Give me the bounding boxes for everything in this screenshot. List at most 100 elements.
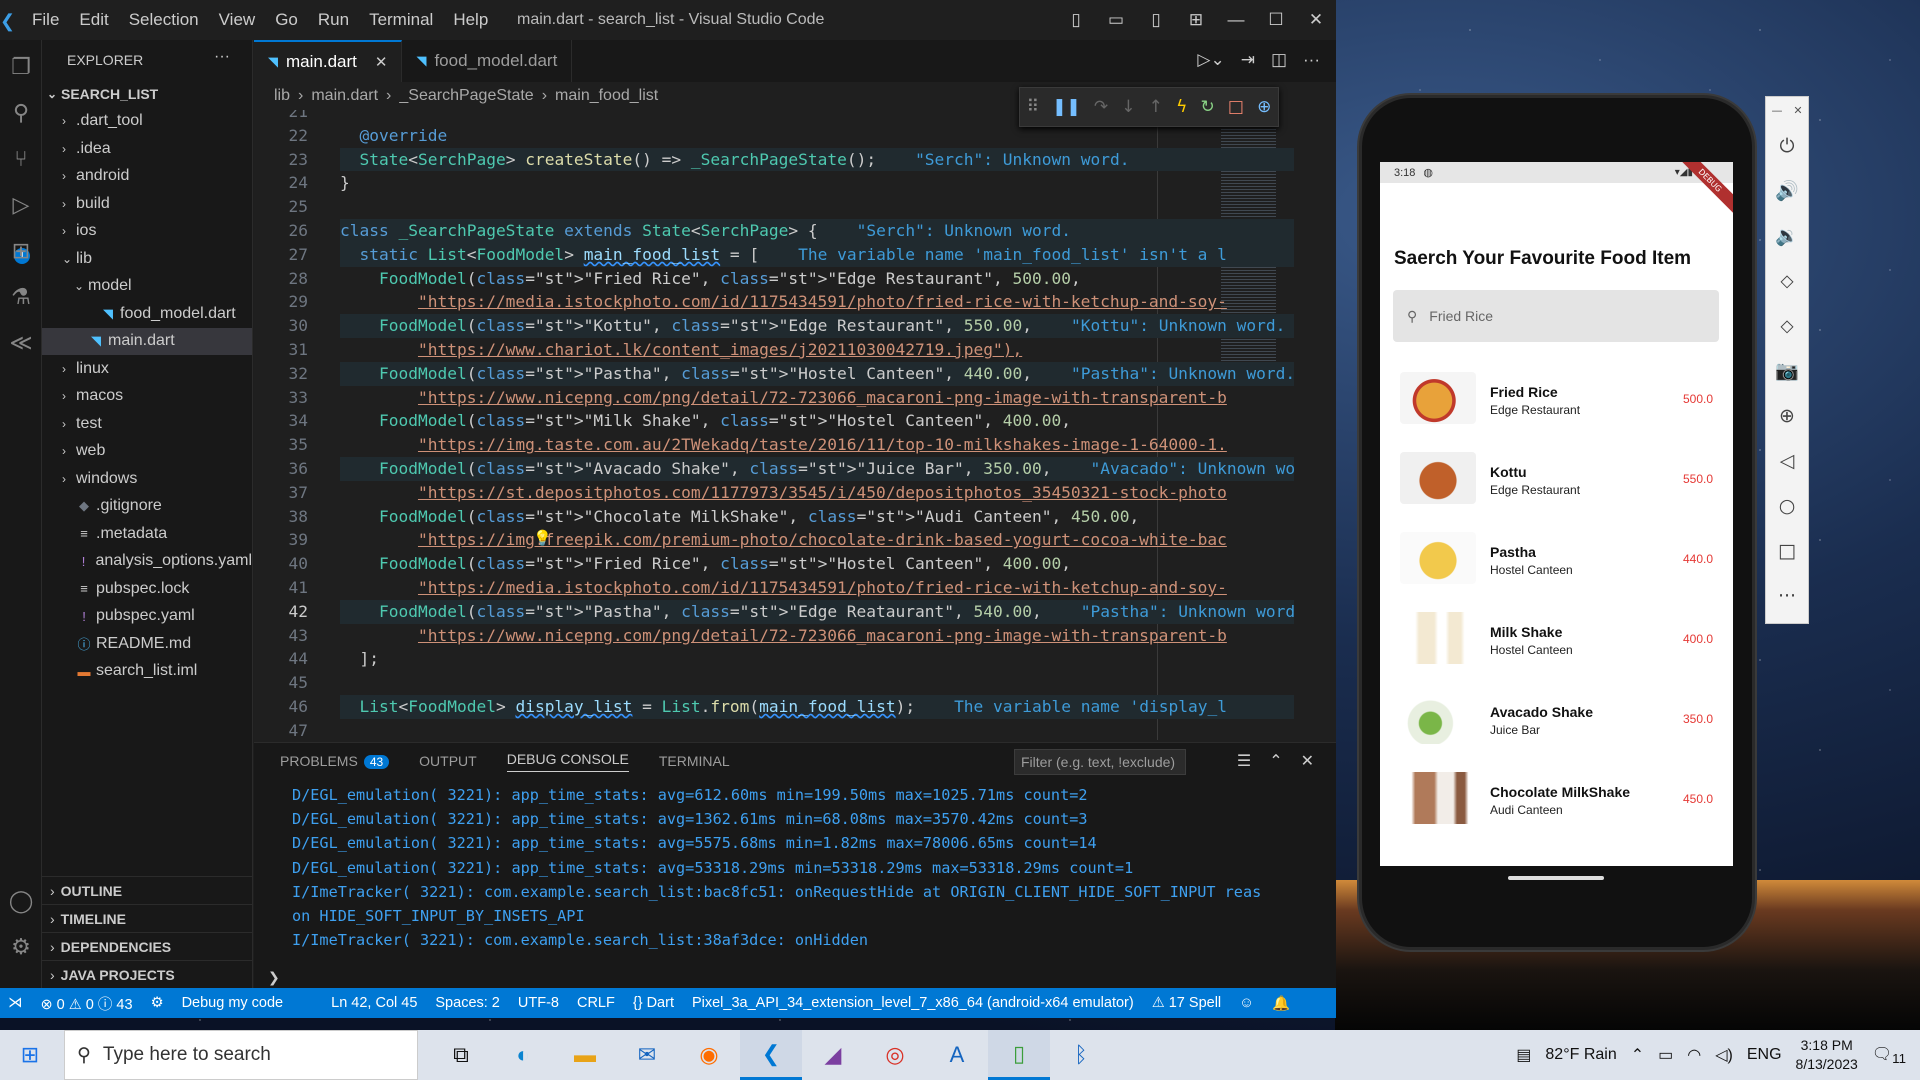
tab-output[interactable]: OUTPUT bbox=[419, 753, 477, 769]
tree-item[interactable]: ⓘ README.md bbox=[42, 630, 252, 658]
tree-item[interactable]: ! pubspec.yaml bbox=[42, 603, 252, 631]
minimize-emulator-icon[interactable]: — bbox=[1771, 104, 1782, 117]
menu-terminal[interactable]: Terminal bbox=[369, 10, 433, 29]
tree-item[interactable]: ⌄ model bbox=[42, 273, 252, 301]
tab-terminal[interactable]: TERMINAL bbox=[659, 753, 730, 769]
menu-go[interactable]: Go bbox=[275, 10, 298, 29]
drag-handle-icon[interactable]: ⠿ bbox=[1027, 97, 1039, 117]
spell-status[interactable]: ⚠ 17 Spell bbox=[1152, 995, 1221, 1011]
android-studio-icon[interactable]: A bbox=[926, 1042, 988, 1068]
overview-icon[interactable]: □ bbox=[1766, 528, 1808, 573]
show-hidden-icons-icon[interactable]: ⌃ bbox=[1631, 1045, 1644, 1065]
search-icon[interactable]: ⚲ bbox=[0, 92, 42, 134]
more-actions-icon[interactable]: ··· bbox=[1303, 50, 1320, 70]
tree-item[interactable]: ◆ .gitignore bbox=[42, 493, 252, 521]
step-out-icon[interactable]: ↑ bbox=[1149, 97, 1163, 117]
weather-text[interactable]: 82°F Rain bbox=[1545, 1046, 1616, 1064]
mail-icon[interactable]: ✉ bbox=[616, 1042, 678, 1068]
sidebar-section[interactable]: › OUTLINE bbox=[42, 876, 253, 904]
settings-gear-icon[interactable]: ⚙ bbox=[0, 926, 42, 968]
maximize-button[interactable]: ☐ bbox=[1256, 10, 1296, 30]
tab-debug-console[interactable]: DEBUG CONSOLE bbox=[506, 751, 629, 772]
tree-item[interactable]: ◥ main.dart bbox=[42, 327, 252, 355]
flutter-icon[interactable]: ≪ bbox=[0, 322, 42, 364]
emulator-taskbar-icon[interactable]: ▯ bbox=[988, 1030, 1050, 1080]
tree-item[interactable]: › windows bbox=[42, 465, 252, 493]
hot-reload-icon[interactable]: ϟ bbox=[1176, 97, 1187, 117]
menu-view[interactable]: View bbox=[219, 10, 256, 29]
source-control-icon[interactable]: ⑂ bbox=[0, 138, 42, 180]
indentation[interactable]: Spaces: 2 bbox=[435, 995, 500, 1011]
stop-icon[interactable]: □ bbox=[1228, 97, 1244, 117]
power-icon[interactable]: ⏻ bbox=[1766, 123, 1808, 168]
weather-icon[interactable]: ▤ bbox=[1516, 1045, 1531, 1065]
device-selector[interactable]: Pixel_3a_API_34_extension_level_7_x86_64… bbox=[692, 995, 1134, 1011]
vscode-taskbar-icon[interactable]: ❮ bbox=[740, 1030, 802, 1080]
tree-item[interactable]: › .idea bbox=[42, 135, 252, 163]
more-actions-icon[interactable]: ··· bbox=[214, 48, 230, 66]
testing-icon[interactable]: ⚗ bbox=[0, 276, 42, 318]
run-debug-icon[interactable]: ▷ bbox=[0, 184, 42, 226]
tree-item[interactable]: ⌄ lib bbox=[42, 245, 252, 273]
minimize-button[interactable]: — bbox=[1216, 10, 1256, 30]
toggle-sidebar-icon[interactable]: ▯ bbox=[1056, 10, 1096, 30]
remote-icon[interactable]: ⋊ bbox=[8, 995, 23, 1011]
clear-console-icon[interactable]: ☰ bbox=[1237, 751, 1251, 770]
open-changes-icon[interactable]: ⇥ bbox=[1241, 50, 1255, 70]
menu-run[interactable]: Run bbox=[318, 10, 349, 29]
firefox-icon[interactable]: ◉ bbox=[678, 1042, 740, 1068]
task-view-icon[interactable]: ⧉ bbox=[430, 1042, 492, 1068]
code-editor[interactable]: 21 22 @override 23 State<SerchPage> create… bbox=[254, 110, 1336, 740]
split-editor-icon[interactable]: ◫ bbox=[1271, 50, 1287, 70]
volume-down-icon[interactable]: 🔉 bbox=[1766, 213, 1808, 258]
debug-status[interactable]: Debug my code bbox=[182, 995, 284, 1011]
breadcrumb-item[interactable]: lib bbox=[274, 87, 290, 105]
visual-studio-icon[interactable]: ◢ bbox=[802, 1042, 864, 1068]
tree-item[interactable]: › ios bbox=[42, 218, 252, 246]
tree-item[interactable]: › linux bbox=[42, 355, 252, 383]
bluetooth-icon[interactable]: ᛒ bbox=[1050, 1042, 1112, 1068]
breadcrumb-item[interactable]: main_food_list bbox=[555, 87, 658, 105]
tree-item[interactable]: › android bbox=[42, 163, 252, 191]
end-of-line[interactable]: CRLF bbox=[577, 995, 615, 1011]
home-icon[interactable]: ○ bbox=[1766, 483, 1808, 528]
file-explorer-icon[interactable]: ▬ bbox=[554, 1042, 616, 1068]
tab-problems[interactable]: PROBLEMS 43 bbox=[280, 753, 390, 769]
lightbulb-icon[interactable]: 💡 bbox=[533, 529, 552, 547]
extensions-icon[interactable]: ⊞ bbox=[0, 230, 42, 272]
language-mode[interactable]: {} Dart bbox=[633, 995, 674, 1011]
console-prompt-icon[interactable]: ❯ bbox=[268, 970, 280, 986]
tree-item[interactable]: › .dart_tool bbox=[42, 108, 252, 136]
restart-icon[interactable]: ↻ bbox=[1200, 97, 1214, 117]
volume-icon[interactable]: ◁) bbox=[1715, 1045, 1733, 1065]
screenshot-icon[interactable]: 📷 bbox=[1766, 348, 1808, 393]
menu-help[interactable]: Help bbox=[453, 10, 488, 29]
food-list-item[interactable]: Pastha Hostel Canteen 440.0 bbox=[1380, 520, 1733, 600]
close-panel-icon[interactable]: ✕ bbox=[1301, 751, 1314, 770]
toggle-panel-icon[interactable]: ▭ bbox=[1096, 10, 1136, 30]
tree-item[interactable]: › test bbox=[42, 410, 252, 438]
feedback-icon[interactable]: ☺ bbox=[1239, 995, 1254, 1011]
clock[interactable]: 3:18 PM 8/13/2023 bbox=[1796, 1036, 1858, 1074]
breadcrumb-item[interactable]: main.dart bbox=[311, 87, 378, 105]
notifications-icon[interactable]: 🔔 bbox=[1272, 995, 1290, 1012]
sidebar-section[interactable]: › JAVA PROJECTS bbox=[42, 960, 253, 988]
tree-item[interactable]: ≡ pubspec.lock bbox=[42, 575, 252, 603]
phone-nav-handle[interactable] bbox=[1508, 876, 1604, 880]
encoding[interactable]: UTF-8 bbox=[518, 995, 559, 1011]
zoom-icon[interactable]: ⊕ bbox=[1766, 393, 1808, 438]
food-search-input[interactable]: ⚲ Fried Rice bbox=[1393, 290, 1719, 342]
sidebar-section[interactable]: › TIMELINE bbox=[42, 904, 253, 932]
start-windows-icon[interactable]: ⊞ bbox=[0, 1042, 60, 1068]
food-list-item[interactable]: Avacado Shake Juice Bar 350.0 bbox=[1380, 680, 1733, 760]
food-list-item[interactable]: Kottu Edge Restaurant 550.0 bbox=[1380, 440, 1733, 520]
tree-item[interactable]: ▬ search_list.iml bbox=[42, 658, 252, 686]
wifi-icon[interactable]: ◠ bbox=[1687, 1045, 1701, 1065]
food-list-item[interactable]: Fried Rice Edge Restaurant 500.0 bbox=[1380, 360, 1733, 440]
tree-item[interactable]: ◥ food_model.dart bbox=[42, 300, 252, 328]
tab-main-dart[interactable]: ◥ main.dart ✕ bbox=[254, 40, 403, 82]
close-button[interactable]: ✕ bbox=[1296, 10, 1336, 30]
more-icon[interactable]: ··· bbox=[1766, 573, 1808, 618]
tree-item[interactable]: ≡ .metadata bbox=[42, 520, 252, 548]
tree-item[interactable]: › web bbox=[42, 438, 252, 466]
